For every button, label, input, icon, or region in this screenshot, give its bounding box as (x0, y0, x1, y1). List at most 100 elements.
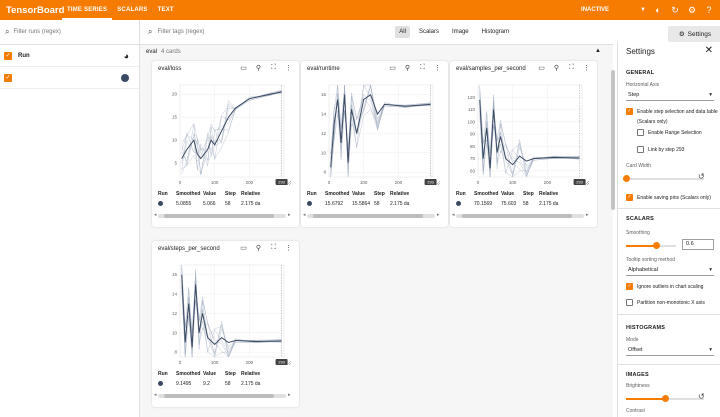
line-chart[interactable]: 5 10 15 20 0 100 200 293 (156, 77, 295, 189)
dark-mode-icon[interactable]: ◐ (653, 5, 663, 15)
link-by-step-option[interactable]: Link by step 293 (637, 146, 684, 153)
tooltip-sort-select[interactable]: Alphabetical ▾ (626, 265, 714, 276)
runs-filter[interactable]: ⌕ Filter runs (regex) (0, 20, 139, 45)
help-icon[interactable]: ? (704, 5, 714, 15)
fullscreen-icon[interactable]: ⛶ (567, 64, 576, 72)
scroll-left-icon[interactable]: ◂ (303, 212, 306, 218)
pin-icon[interactable]: ⚲ (254, 244, 263, 252)
pin-icon[interactable]: ⚲ (552, 64, 561, 72)
select-all-checkbox[interactable]: ✓ (4, 51, 12, 60)
resize-handle-icon[interactable] (584, 180, 590, 186)
scroll-right-icon[interactable]: ▸ (437, 212, 440, 218)
data-table-icon[interactable]: ▭ (537, 64, 546, 72)
col-value[interactable]: Value (203, 191, 225, 197)
col-value[interactable]: Value (352, 191, 374, 197)
range-selection-checkbox[interactable] (637, 129, 644, 136)
reset-icon[interactable]: ↺ (698, 172, 705, 181)
fullscreen-icon[interactable]: ⛶ (418, 64, 427, 72)
resize-handle-icon[interactable] (286, 360, 292, 366)
table-scrollbar[interactable] (158, 394, 286, 398)
step-selection-option[interactable]: ✓ Enable step selection and data table (626, 108, 718, 115)
table-scroll-thumb[interactable] (164, 214, 274, 218)
line-chart[interactable]: 8 10 12 14 16 0 100 200 293 (305, 77, 444, 189)
saving-pins-checkbox[interactable]: ✓ (626, 194, 633, 201)
refresh-icon[interactable]: ↻ (670, 5, 680, 16)
dropdown-arrow-icon[interactable]: ▼ (640, 7, 646, 13)
ignore-outliers-checkbox[interactable]: ✓ (626, 283, 633, 290)
settings-button[interactable]: ⚙ Settings (668, 26, 720, 42)
col-relative[interactable]: Relative (241, 371, 269, 377)
runs-filter-input[interactable]: Filter runs (regex) (13, 29, 60, 35)
smoothing-thumb[interactable] (653, 242, 660, 249)
run-color-swatch[interactable] (121, 73, 129, 82)
col-relative[interactable]: Relative (390, 191, 418, 197)
scroll-left-icon[interactable]: ◂ (154, 212, 157, 218)
collapse-icon[interactable]: ▲ (595, 48, 601, 54)
table-scrollbar[interactable] (456, 214, 584, 218)
more-vert-icon[interactable]: ⋮ (284, 244, 293, 252)
range-selection-option[interactable]: Enable Range Selection (637, 129, 702, 136)
col-step[interactable]: Step (225, 371, 241, 377)
pin-icon[interactable]: ⚲ (403, 64, 412, 72)
col-smoothed[interactable]: Smoothed (325, 191, 352, 197)
tag-filter-input[interactable]: Filter tags (regex) (157, 29, 390, 35)
data-table-icon[interactable]: ▭ (239, 244, 248, 252)
view-all-button[interactable]: All (395, 26, 410, 38)
fullscreen-icon[interactable]: ⛶ (269, 244, 278, 252)
col-step[interactable]: Step (523, 191, 539, 197)
tab-time-series[interactable]: TIME SERIES (62, 0, 113, 20)
tab-scalars[interactable]: SCALARS (112, 0, 152, 20)
line-chart[interactable]: 60 70 80 90 100 110 120 0 100 200 293 (454, 77, 593, 189)
scroll-left-icon[interactable]: ◂ (154, 392, 157, 398)
brightness-thumb[interactable] (662, 395, 669, 402)
more-vert-icon[interactable]: ⋮ (433, 64, 442, 72)
col-run[interactable]: Run (158, 191, 176, 197)
group-header[interactable]: eval 4 cards ▲ (140, 45, 613, 59)
run-checkbox[interactable]: ✓ (4, 73, 12, 82)
partition-option[interactable]: Partition non-monotonic X axis (626, 299, 705, 306)
col-smoothed[interactable]: Smoothed (176, 191, 203, 197)
smoothing-slider[interactable] (626, 242, 676, 249)
scroll-left-icon[interactable]: ◂ (452, 212, 455, 218)
card-width-slider[interactable] (623, 175, 704, 182)
view-histogram-button[interactable]: Histogram (478, 26, 513, 38)
col-relative[interactable]: Relative (241, 191, 269, 197)
ignore-outliers-option[interactable]: ✓ Ignore outliers in chart scaling (626, 283, 703, 290)
table-scrollbar[interactable] (307, 214, 435, 218)
brightness-slider[interactable] (626, 395, 704, 402)
close-icon[interactable]: ✕ (705, 45, 713, 56)
palette-icon[interactable]: ◕ (124, 51, 129, 61)
resize-handle-icon[interactable] (435, 180, 441, 186)
line-chart[interactable]: 8 10 12 14 16 0 100 200 293 (156, 257, 295, 369)
scroll-right-icon[interactable]: ▸ (288, 392, 291, 398)
col-run[interactable]: Run (158, 371, 176, 377)
horizontal-axis-select[interactable]: Step ▾ (626, 90, 714, 101)
card-width-thumb[interactable] (623, 175, 630, 182)
pin-icon[interactable]: ⚲ (254, 64, 263, 72)
col-relative[interactable]: Relative (539, 191, 567, 197)
scroll-right-icon[interactable]: ▸ (586, 212, 589, 218)
col-value[interactable]: Value (501, 191, 523, 197)
gear-icon[interactable]: ⚙ (687, 5, 697, 16)
col-smoothed[interactable]: Smoothed (176, 371, 203, 377)
resize-handle-icon[interactable] (286, 180, 292, 186)
step-selection-checkbox[interactable]: ✓ (626, 108, 633, 115)
more-vert-icon[interactable]: ⋮ (284, 64, 293, 72)
main-scrollbar[interactable] (611, 70, 615, 210)
view-image-button[interactable]: Image (448, 26, 473, 38)
saving-pins-option[interactable]: ✓ Enable saving pins (Scalars only) (626, 194, 711, 201)
col-run[interactable]: Run (456, 191, 474, 197)
inactive-dropdown[interactable]: INACTIVE (581, 7, 633, 13)
table-scroll-thumb[interactable] (462, 214, 572, 218)
run-row[interactable]: ✓ (0, 67, 139, 89)
data-table-icon[interactable]: ▭ (239, 64, 248, 72)
view-scalars-button[interactable]: Scalars (415, 26, 443, 38)
col-smoothed[interactable]: Smoothed (474, 191, 501, 197)
smoothing-input[interactable]: 0.6 (682, 239, 714, 250)
table-scroll-thumb[interactable] (164, 394, 274, 398)
table-scrollbar[interactable] (158, 214, 286, 218)
tab-text[interactable]: TEXT (153, 0, 179, 20)
more-vert-icon[interactable]: ⋮ (582, 64, 591, 72)
partition-checkbox[interactable] (626, 299, 633, 306)
fullscreen-icon[interactable]: ⛶ (269, 64, 278, 72)
